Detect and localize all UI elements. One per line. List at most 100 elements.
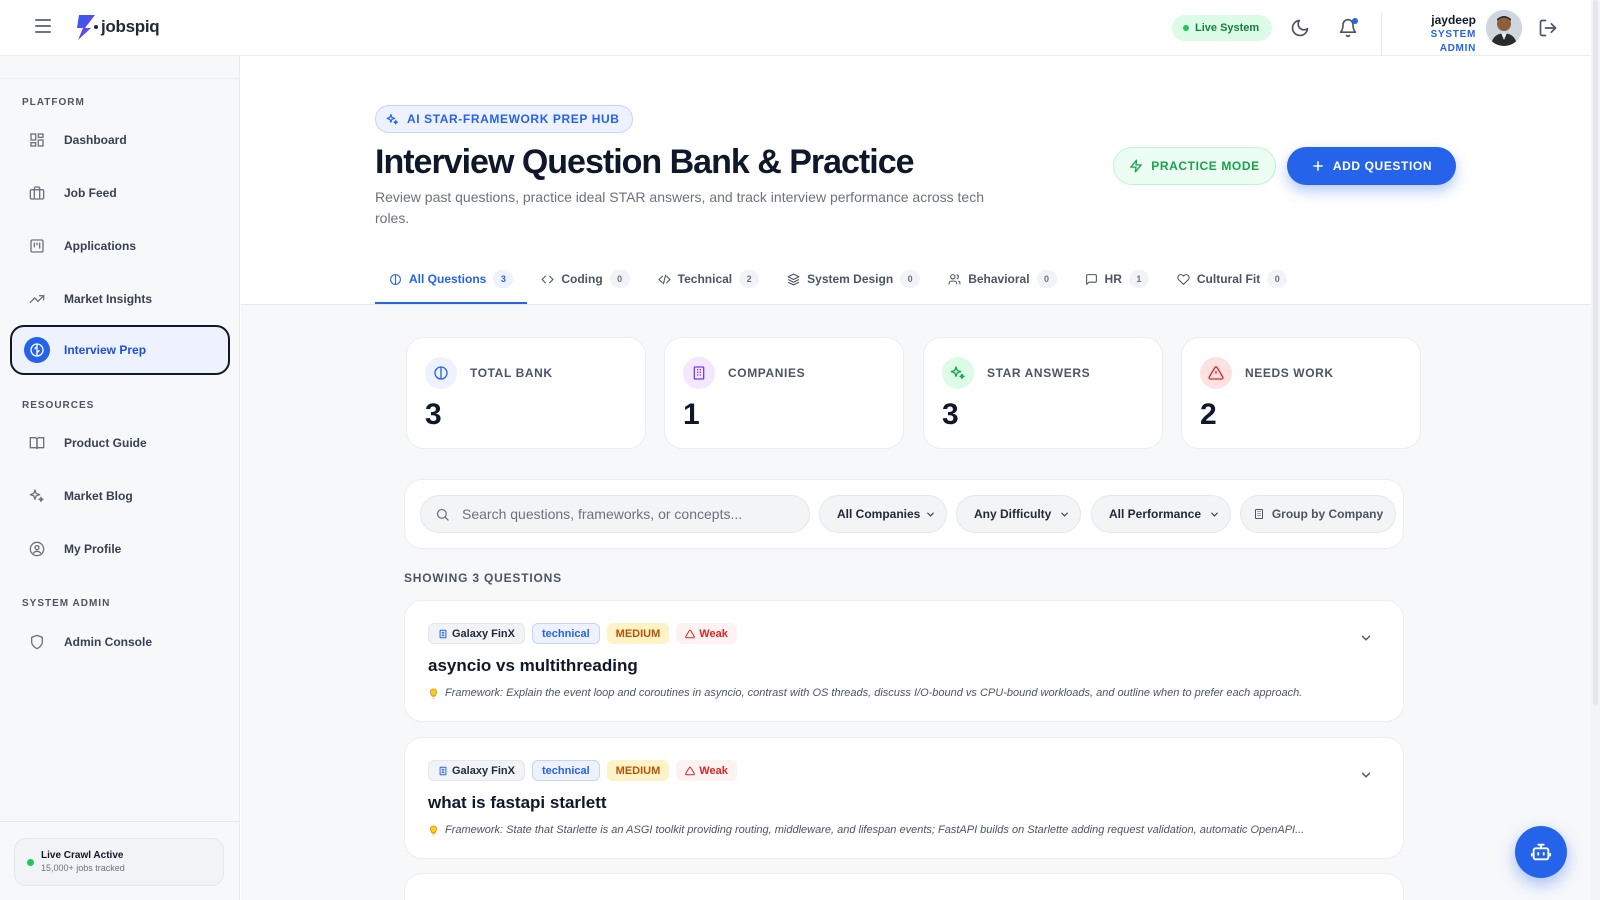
book-icon: [28, 434, 46, 452]
group-by-company-button[interactable]: Group by Company: [1240, 495, 1396, 533]
live-system-badge: Live System: [1172, 15, 1273, 41]
main-content: AI STAR-FRAMEWORK PREP HUB Interview Que…: [241, 57, 1591, 900]
question-card[interactable]: Galaxy FinX technical MEDIUM Weak asynci…: [404, 600, 1404, 722]
company-name: Galaxy FinX: [452, 627, 515, 640]
kanban-icon: [28, 237, 46, 255]
category-tabs: All Questions 3 Coding 0 Technical 2 Sys…: [375, 255, 1301, 304]
moon-icon[interactable]: [1290, 18, 1310, 38]
sidebar-item-dashboard[interactable]: Dashboard: [10, 115, 230, 165]
company-select[interactable]: All Companies: [819, 495, 947, 533]
alert-triangle-icon: [1200, 357, 1232, 389]
sparkles-icon: [942, 357, 974, 389]
tab-cultural-fit[interactable]: Cultural Fit 0: [1163, 255, 1301, 303]
notification-bell[interactable]: [1338, 18, 1358, 38]
search-input[interactable]: [462, 506, 792, 522]
tab-label: Coding: [561, 272, 603, 286]
sidebar-item-my-profile[interactable]: My Profile: [10, 524, 230, 574]
avatar[interactable]: [1486, 10, 1522, 46]
sidebar-item-label: My Profile: [64, 542, 122, 556]
sidebar-item-label: Admin Console: [64, 635, 153, 649]
add-question-label: ADD QUESTION: [1332, 159, 1433, 173]
page-scrollbar[interactable]: [1591, 0, 1600, 900]
sparkles-icon: [28, 487, 46, 505]
sidebar-item-label: Job Feed: [64, 186, 117, 200]
user-info[interactable]: jaydeep SYSTEM ADMIN: [1381, 13, 1476, 56]
question-card[interactable]: Galaxy FinX technical MEDIUM Weak what i…: [404, 737, 1404, 859]
live-crawl-card: Live Crawl Active 15,000+ jobs tracked: [14, 838, 224, 886]
scrollbar-thumb[interactable]: [1593, 0, 1598, 705]
difficulty-select[interactable]: Any Difficulty: [956, 495, 1081, 533]
question-framework: Framework: Explain the event loop and co…: [428, 687, 1378, 699]
tab-label: HR: [1104, 272, 1122, 286]
company-select-value: All Companies: [837, 507, 921, 521]
crawl-subtitle: 15,000+ jobs tracked: [41, 863, 125, 873]
tab-behavioral[interactable]: Behavioral 0: [934, 255, 1070, 303]
building-icon: [439, 629, 447, 638]
sidebar-item-admin-console[interactable]: Admin Console: [10, 617, 230, 667]
building-icon: [1254, 509, 1263, 519]
difficulty-select-value: Any Difficulty: [974, 507, 1052, 521]
sidebar-item-label: Market Insights: [64, 292, 153, 306]
stat-card-star-answers: STAR ANSWERS 3: [923, 337, 1163, 449]
filter-bar: All Companies Any Difficulty All Perform…: [404, 479, 1404, 549]
stat-value: 1: [683, 398, 700, 431]
chevron-down-icon[interactable]: [1359, 768, 1373, 782]
sidebar-item-interview-prep[interactable]: Interview Prep: [10, 325, 230, 375]
chevron-down-icon: [1211, 512, 1218, 517]
tab-label: Cultural Fit: [1196, 272, 1261, 286]
page-title: Interview Question Bank & Practice: [375, 143, 915, 181]
tab-system-design[interactable]: System Design 0: [773, 255, 934, 303]
brain-icon: [425, 357, 457, 389]
brain-icon: [24, 337, 50, 363]
tab-count: 0: [1036, 270, 1057, 288]
chevron-down-icon: [927, 512, 934, 517]
sidebar-item-market-blog[interactable]: Market Blog: [10, 471, 230, 521]
question-title: asyncio vs multithreading: [428, 656, 638, 675]
type-tag: technical: [531, 760, 600, 781]
logout-icon[interactable]: [1538, 18, 1558, 38]
tab-label: All Questions: [409, 272, 487, 286]
sidebar: PLATFORM Dashboard Job Feed Applications…: [0, 56, 240, 900]
sidebar-item-product-guide[interactable]: Product Guide: [10, 418, 230, 468]
tab-count: 3: [493, 270, 514, 288]
lightning-icon: [1130, 159, 1143, 173]
difficulty-tag: MEDIUM: [606, 760, 670, 781]
building-icon: [683, 357, 715, 389]
practice-mode-button[interactable]: PRACTICE MODE: [1113, 147, 1276, 185]
performance-select[interactable]: All Performance: [1091, 495, 1231, 533]
sidebar-item-market-insights[interactable]: Market Insights: [10, 274, 230, 324]
results-count: SHOWING 3 QUESTIONS: [404, 571, 562, 585]
add-question-button[interactable]: ADD QUESTION: [1287, 147, 1456, 185]
section-platform: PLATFORM: [22, 97, 85, 108]
question-card[interactable]: [404, 873, 1404, 900]
stat-value: 3: [942, 398, 959, 431]
top-bar: jobspiq Live System jaydeep SYSTEM ADMIN: [0, 0, 1600, 56]
tab-all-questions[interactable]: All Questions 3: [375, 255, 528, 304]
tab-count: 1: [1128, 270, 1149, 288]
menu-icon[interactable]: [35, 19, 51, 33]
question-title: what is fastapi starlett: [428, 793, 607, 812]
notification-dot: [1352, 18, 1358, 24]
brand-logo[interactable]: jobspiq: [74, 13, 160, 41]
users-icon: [948, 273, 961, 284]
alert-triangle-icon: [685, 629, 696, 638]
building-icon: [439, 766, 447, 775]
tab-hr[interactable]: HR 1: [1071, 255, 1163, 303]
chevron-down-icon[interactable]: [1359, 631, 1373, 645]
user-role: SYSTEM ADMIN: [1430, 29, 1476, 54]
tab-coding[interactable]: Coding 0: [527, 255, 643, 303]
sidebar-item-applications[interactable]: Applications: [10, 221, 230, 271]
tab-count: 0: [1267, 270, 1288, 288]
ai-assistant-button[interactable]: [1515, 826, 1567, 878]
sidebar-item-label: Market Blog: [64, 489, 133, 503]
sidebar-item-label: Interview Prep: [64, 343, 147, 357]
framework-text: Framework: State that Starlette is an AS…: [445, 824, 1305, 836]
message-icon: [1085, 273, 1097, 285]
tab-technical[interactable]: Technical 2: [644, 255, 773, 303]
company-tag: Galaxy FinX: [428, 760, 525, 781]
crawl-title: Live Crawl Active: [41, 850, 124, 861]
search-box[interactable]: [420, 495, 810, 533]
section-resources: RESOURCES: [22, 400, 95, 411]
trending-up-icon: [28, 290, 46, 308]
sidebar-item-job-feed[interactable]: Job Feed: [10, 168, 230, 218]
